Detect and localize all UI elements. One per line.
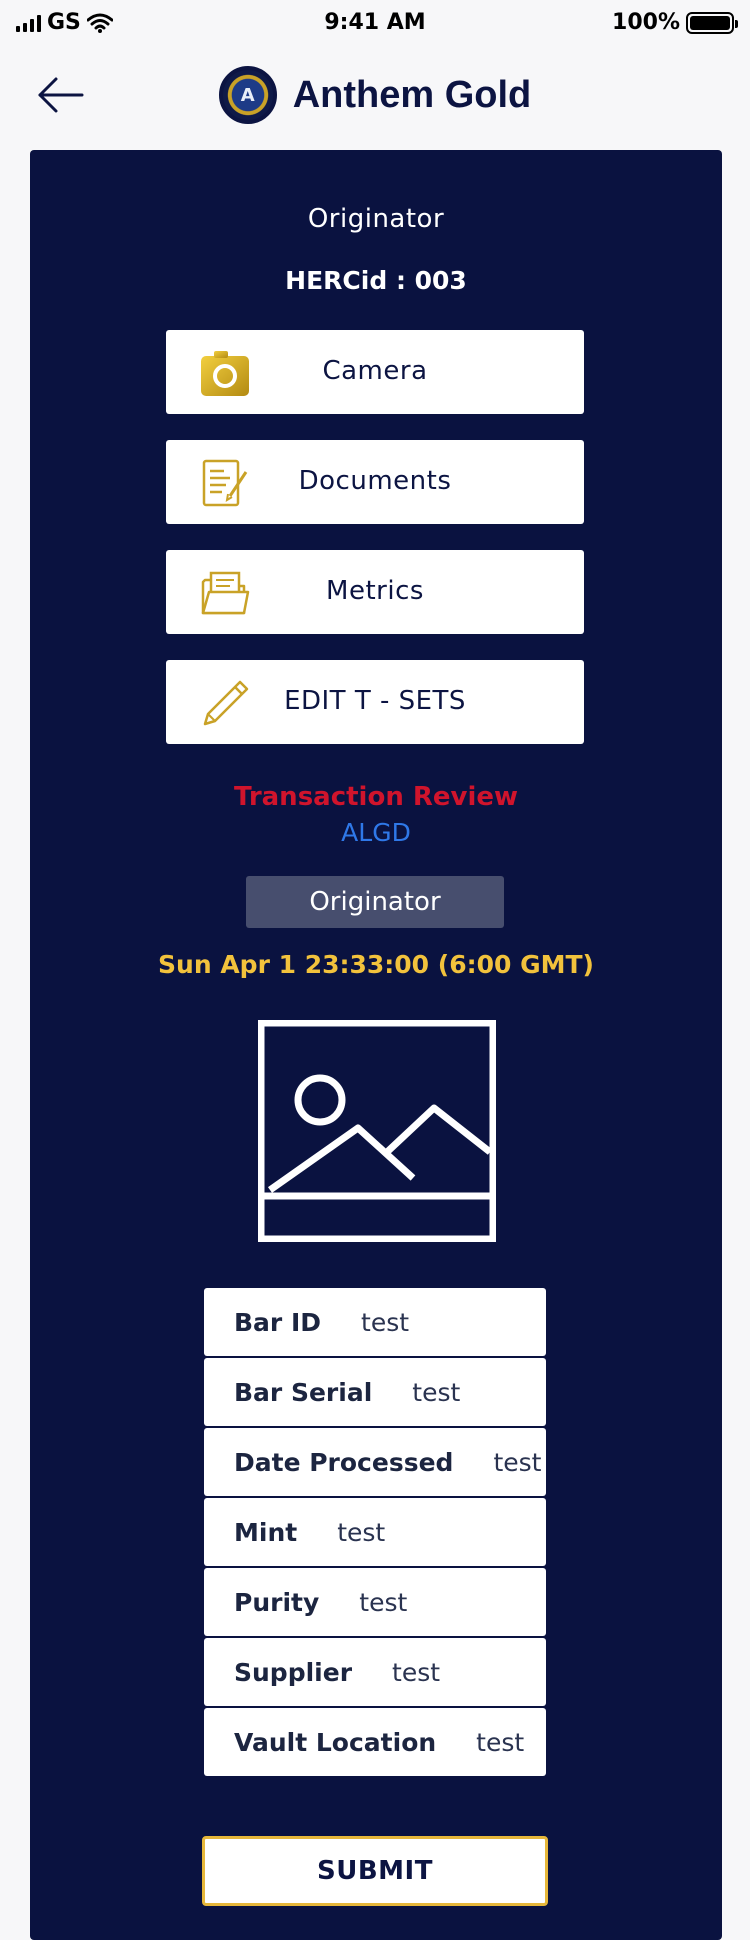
edit-tsets-label: EDIT T - SETS <box>284 686 466 716</box>
role-label: Originator <box>307 204 445 234</box>
metrics-label: Metrics <box>326 576 424 606</box>
status-bar: GS 9:41 AM 100% <box>0 0 750 44</box>
detail-row-supplier: Supplier test <box>204 1638 546 1706</box>
detail-key: Date Processed <box>234 1447 454 1477</box>
title-wrap: A Anthem Gold <box>0 66 750 124</box>
detail-row-purity: Purity test <box>204 1568 546 1636</box>
detail-key: Purity <box>234 1587 320 1617</box>
detail-value: test <box>392 1657 441 1687</box>
anthem-gold-logo: A <box>218 66 277 124</box>
camera-button[interactable]: Camera <box>166 330 584 414</box>
image-placeholder-icon[interactable] <box>258 1020 496 1242</box>
detail-row-date-processed: Date Processed test <box>204 1428 546 1496</box>
camera-label: Camera <box>322 356 428 386</box>
detail-key: Supplier <box>234 1657 353 1687</box>
detail-value: test <box>493 1447 542 1477</box>
app-header: A Anthem Gold <box>0 60 750 130</box>
detail-value: test <box>359 1587 408 1617</box>
hercid-label: HERCid : 003 <box>285 266 467 295</box>
battery-percent: 100% <box>612 10 680 35</box>
detail-row-mint: Mint test <box>204 1498 546 1566</box>
edit-tsets-button[interactable]: EDIT T - SETS <box>166 660 584 744</box>
submit-button[interactable]: SUBMIT <box>202 1836 548 1906</box>
detail-value: test <box>361 1307 410 1337</box>
detail-value: test <box>476 1727 525 1757</box>
detail-key: Vault Location <box>234 1727 437 1757</box>
detail-row-vault-location: Vault Location test <box>204 1708 546 1776</box>
detail-value: test <box>412 1377 461 1407</box>
detail-row-bar-id: Bar ID test <box>204 1288 546 1356</box>
documents-label: Documents <box>298 466 452 496</box>
detail-value: test <box>337 1517 386 1547</box>
transaction-review-heading: Transaction Review <box>233 782 519 812</box>
transaction-timestamp: Sun Apr 1 23:33:00 (6:00 GMT) <box>158 950 594 979</box>
metrics-button[interactable]: Metrics <box>166 550 584 634</box>
detail-key: Bar Serial <box>234 1377 373 1407</box>
detail-row-bar-serial: Bar Serial test <box>204 1358 546 1426</box>
battery-icon <box>686 11 738 34</box>
documents-button[interactable]: Documents <box>166 440 584 524</box>
bar-details-list: Bar ID test Bar Serial test Date Process… <box>204 1288 546 1778</box>
detail-key: Bar ID <box>234 1307 322 1337</box>
detail-key: Mint <box>234 1517 298 1547</box>
currency-label: ALGD <box>341 818 411 847</box>
role-badge: Originator <box>246 876 504 928</box>
status-right: 100% <box>612 10 738 35</box>
main-panel: Originator HERCid : 003 Camera Documents <box>30 150 722 1940</box>
page-title: Anthem Gold <box>292 73 532 116</box>
